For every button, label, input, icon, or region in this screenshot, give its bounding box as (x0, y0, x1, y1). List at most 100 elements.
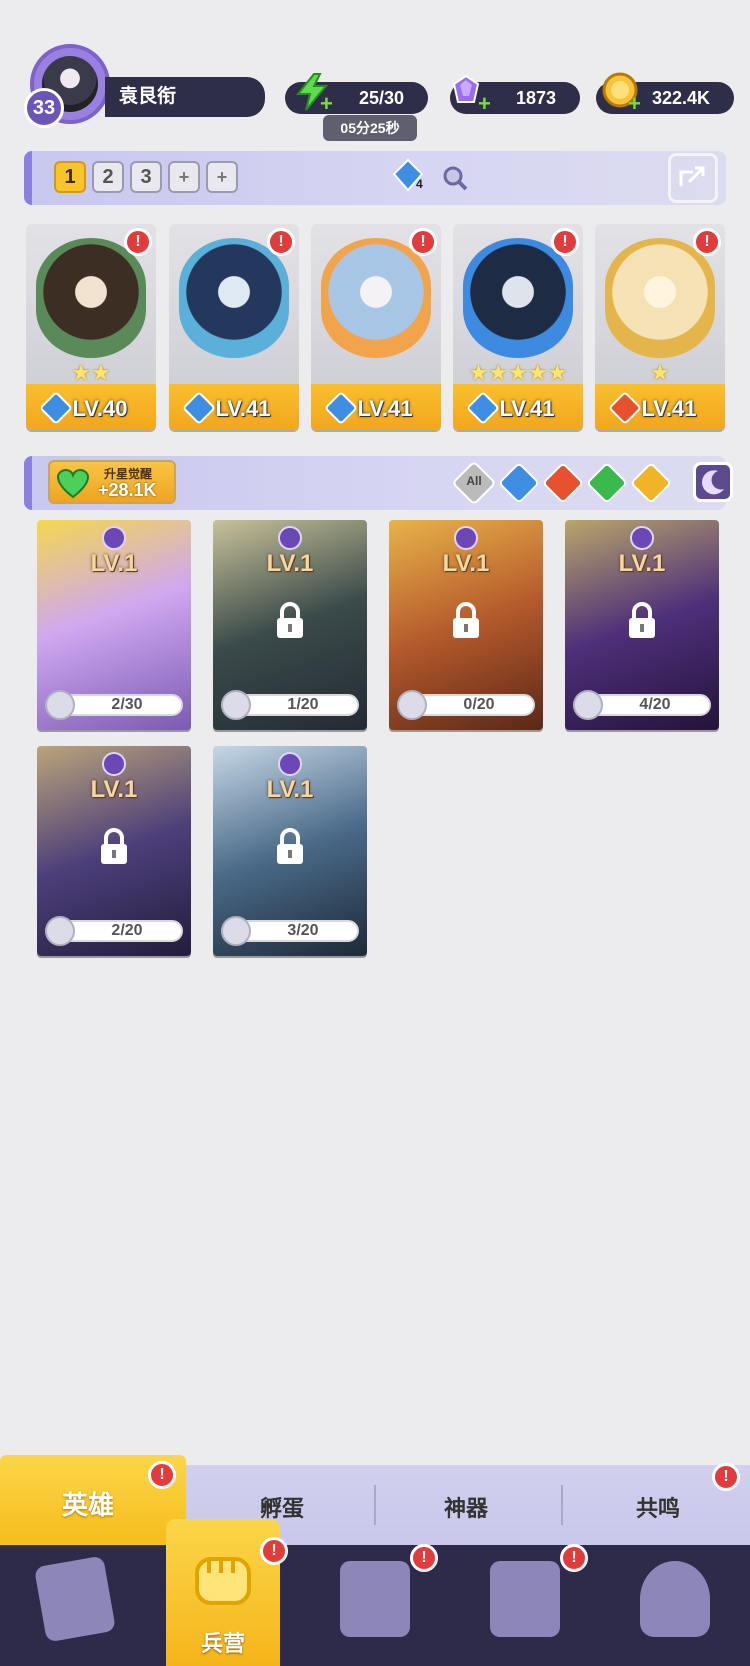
energy-value: 25/30 (358, 88, 404, 108)
hero-card-5[interactable]: ★ LV.41 ! (595, 224, 725, 430)
hero-collection-card-4[interactable]: LV.1 4/20 (565, 520, 719, 730)
hero-level: LV.1 (90, 550, 138, 577)
hero-level: LV.41 (357, 396, 413, 421)
shrine-icon (490, 1561, 560, 1637)
shard-progress-text: 3/20 (287, 922, 319, 939)
nav-adventure[interactable]: ! (300, 1544, 450, 1666)
sub-tab-bar: 英雄 ! 孵蛋 神器 共鸣 ! (0, 1455, 750, 1545)
shard-progress-text: 0/20 (463, 696, 495, 713)
dark-element-icon (278, 752, 302, 776)
dark-element-icon (630, 526, 654, 550)
hero-stars: ★★★★★ (468, 360, 568, 385)
shard-progress-bar: 2/30 (45, 690, 183, 720)
hero-level: LV.1 (266, 550, 314, 577)
tab-hero[interactable]: 英雄 ! (0, 1455, 186, 1545)
hero-portrait (179, 238, 289, 358)
energy-timer: 05分25秒 (323, 115, 417, 141)
alert-badge: ! (124, 228, 152, 256)
dark-element-icon (102, 526, 126, 550)
cards-icon (33, 1555, 117, 1643)
alert-badge: ! (409, 228, 437, 256)
team-bar: 1 2 3 + + 4 (24, 151, 726, 205)
alert-badge: ! (148, 1461, 176, 1489)
hero-collection-card-5[interactable]: LV.1 2/20 (37, 746, 191, 956)
hero-level: LV.40 (72, 396, 128, 421)
hero-collection-card-2[interactable]: LV.1 1/20 (213, 520, 367, 730)
lock-icon (277, 828, 303, 864)
team-slot-3[interactable]: 3 (130, 161, 162, 193)
hero-portrait (36, 238, 146, 358)
hero-card-3[interactable]: LV.41 ! (311, 224, 441, 430)
gems-plus-icon[interactable]: + (478, 93, 494, 115)
tab-hero-label: 英雄 (62, 1490, 115, 1520)
filter-dark-icon[interactable] (693, 462, 733, 502)
hero-card-1[interactable]: ★★ LV.40 ! (26, 224, 156, 430)
filter-water-icon[interactable] (497, 461, 541, 505)
hero-level: LV.41 (215, 396, 271, 421)
alert-badge: ! (260, 1537, 288, 1565)
hero-level: LV.1 (442, 550, 490, 577)
hero-stars: ★★ (71, 360, 111, 385)
alert-badge: ! (693, 228, 721, 256)
gold-plus-icon[interactable]: + (628, 93, 644, 115)
energy-plus-icon[interactable]: + (320, 93, 336, 115)
shard-progress-text: 2/30 (111, 696, 143, 713)
hero-level: LV.41 (641, 396, 697, 421)
gems-value: 1873 (515, 88, 556, 108)
team-gem-count: 4 (416, 177, 423, 191)
dark-element-icon (454, 526, 478, 550)
nav-cards[interactable] (0, 1545, 150, 1666)
share-icon (679, 166, 705, 186)
lock-icon (453, 602, 479, 638)
alert-badge: ! (410, 1544, 438, 1572)
hero-level: LV.1 (90, 776, 138, 803)
hero-collection-card-6[interactable]: LV.1 3/20 (213, 746, 367, 956)
filter-wind-icon[interactable] (585, 461, 629, 505)
team-slot-add-1[interactable]: + (168, 161, 200, 193)
shard-progress-bar: 2/20 (45, 916, 183, 946)
filter-bar: 升星觉醒 +28.1K All (24, 456, 733, 510)
nav-barracks-label: 兵营 (200, 1631, 245, 1656)
tab-artifact[interactable]: 神器 (444, 1491, 488, 1523)
player-name: 袁艮衔 (105, 77, 265, 117)
team-slot-1[interactable]: 1 (54, 161, 86, 193)
hero-level: LV.1 (618, 550, 666, 577)
star-awaken-button[interactable]: 升星觉醒 +28.1K (48, 460, 176, 504)
gold-value: 322.4K (651, 88, 710, 108)
search-icon[interactable] (440, 163, 470, 193)
tab-divider (561, 1485, 563, 1525)
shard-progress-text: 1/20 (287, 696, 319, 713)
team-slot-2[interactable]: 2 (92, 161, 124, 193)
alert-badge: ! (551, 228, 579, 256)
shard-progress-bar: 4/20 (573, 690, 711, 720)
dark-element-icon (278, 526, 302, 550)
alert-badge: ! (560, 1544, 588, 1572)
filter-light-icon[interactable] (629, 461, 673, 505)
hero-portrait (463, 238, 573, 358)
team-slot-add-2[interactable]: + (206, 161, 238, 193)
hero-portrait (605, 238, 715, 358)
tab-divider (374, 1485, 376, 1525)
bottom-nav: 兵营 ! ! ! (0, 1519, 750, 1666)
nav-shrine[interactable]: ! (450, 1544, 600, 1666)
dark-element-icon (102, 752, 126, 776)
filter-fire-icon[interactable] (541, 461, 585, 505)
nav-barracks[interactable]: 兵营 ! (166, 1519, 288, 1666)
lock-icon (629, 602, 655, 638)
hero-card-4[interactable]: ★★★★★ LV.41 ! (453, 224, 583, 430)
shard-progress-text: 4/20 (639, 696, 671, 713)
hero-level: LV.1 (266, 776, 314, 803)
hero-portrait (321, 238, 431, 358)
hero-collection-card-3[interactable]: LV.1 0/20 (389, 520, 543, 730)
player-level-badge: 33 (24, 88, 64, 128)
mushroom-icon (640, 1561, 710, 1637)
share-button[interactable] (668, 153, 718, 203)
lock-icon (101, 828, 127, 864)
alert-badge: ! (267, 228, 295, 256)
hero-collection-card-1[interactable]: LV.1 2/30 (37, 520, 191, 730)
shard-progress-bar: 3/20 (221, 916, 359, 946)
hero-card-2[interactable]: LV.41 ! (169, 224, 299, 430)
shard-progress-bar: 0/20 (397, 690, 535, 720)
nav-guild[interactable] (600, 1545, 750, 1666)
tab-resonance[interactable]: 共鸣 (636, 1491, 680, 1523)
